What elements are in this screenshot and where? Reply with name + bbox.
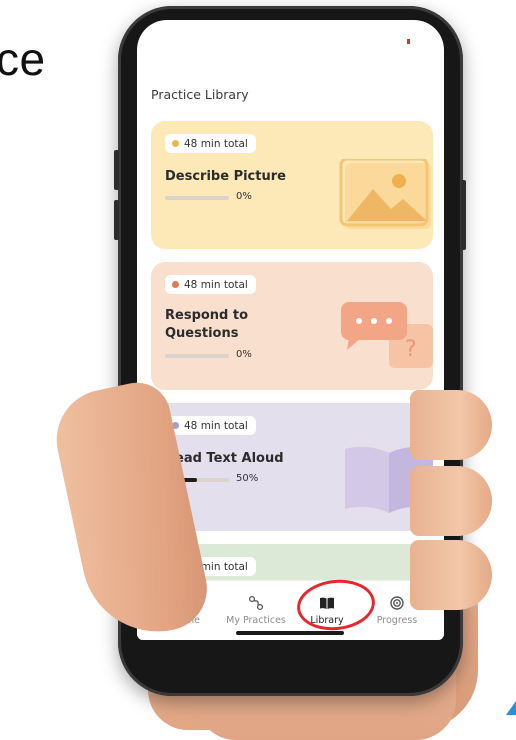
practice-card-read-text-aloud[interactable]: 48 min total Read Text Aloud 50% (151, 403, 433, 531)
nav-item-my-practices[interactable]: My Practices (221, 587, 291, 626)
card-title: Respond to Questions (165, 308, 249, 341)
practice-card-describe-picture[interactable]: 48 min total Describe Picture 0% (151, 121, 433, 249)
corner-decoration (506, 701, 516, 715)
volume-button (114, 200, 119, 240)
progress-percent: 0% (236, 191, 252, 202)
duration-chip: 48 min total (165, 134, 256, 153)
speech-bubbles-icon: ? (341, 302, 433, 368)
nav-label: My Practices (226, 615, 286, 626)
hand-finger (410, 390, 492, 460)
picture-icon (339, 159, 431, 229)
status-dot (172, 140, 179, 147)
hand-finger (410, 466, 492, 536)
hand-finger (410, 540, 492, 610)
progress-icon (390, 596, 404, 610)
card-title: Read Text Aloud (165, 451, 284, 466)
recording-indicator (407, 39, 410, 44)
svg-text:?: ? (405, 337, 417, 362)
practice-card-respond-questions[interactable]: 48 min total Respond to Questions 0% ? (151, 262, 433, 390)
progress-bar (165, 196, 229, 200)
progress-bar (165, 354, 229, 358)
card-title: Describe Picture (165, 169, 286, 184)
duration-label: 48 min total (184, 419, 248, 432)
home-indicator (236, 631, 344, 635)
nav-label: Progress (376, 615, 418, 626)
practices-icon (248, 595, 264, 611)
duration-chip: 48 min total (165, 416, 256, 435)
duration-label: 48 min total (184, 278, 248, 291)
page-title: Practice Library (151, 87, 249, 102)
background-text: ce (0, 33, 46, 85)
progress-percent: 50% (236, 473, 259, 484)
power-button (461, 180, 466, 250)
duration-label: 48 min total (184, 137, 248, 150)
duration-chip: 48 min total (165, 275, 256, 294)
progress-percent: 0% (236, 349, 252, 360)
volume-button (114, 150, 119, 190)
status-dot (172, 281, 179, 288)
